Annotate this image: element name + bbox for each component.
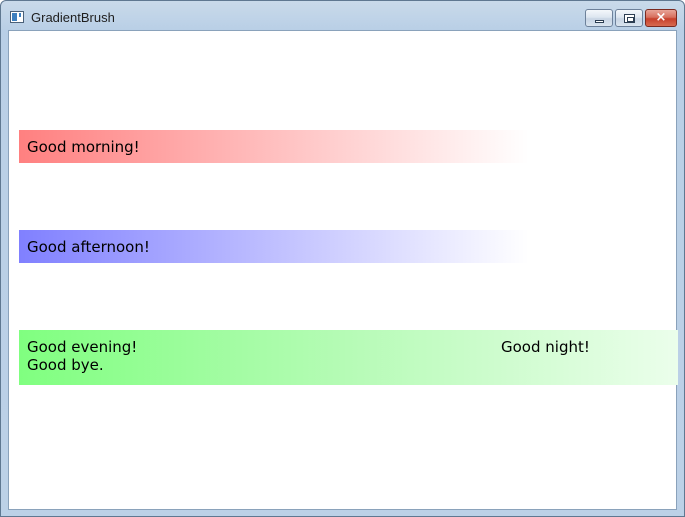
minimize-icon: [595, 20, 604, 23]
close-icon: ×: [655, 10, 667, 25]
band-label: Good morning!: [27, 138, 140, 156]
maximize-button[interactable]: [615, 9, 643, 27]
close-button[interactable]: ×: [645, 9, 677, 27]
gradient-band-green: Good evening! Good bye. Good night!: [19, 330, 678, 385]
band-label: Good afternoon!: [27, 238, 150, 256]
band-label: Good evening!: [27, 338, 138, 356]
app-icon[interactable]: [10, 11, 24, 23]
maximize-icon: [624, 14, 635, 23]
gradient-band-blue: Good afternoon!: [19, 230, 529, 263]
window-title: GradientBrush: [31, 10, 115, 25]
band-label: Good bye.: [27, 356, 104, 374]
title-bar[interactable]: GradientBrush ×: [1, 1, 684, 30]
app-window: GradientBrush × Good morning! Good after…: [0, 0, 685, 517]
gradient-band-red: Good morning!: [19, 130, 529, 163]
band-label: Good night!: [501, 338, 590, 356]
client-area: Good morning! Good afternoon! Good eveni…: [8, 30, 678, 510]
minimize-button[interactable]: [585, 9, 613, 27]
